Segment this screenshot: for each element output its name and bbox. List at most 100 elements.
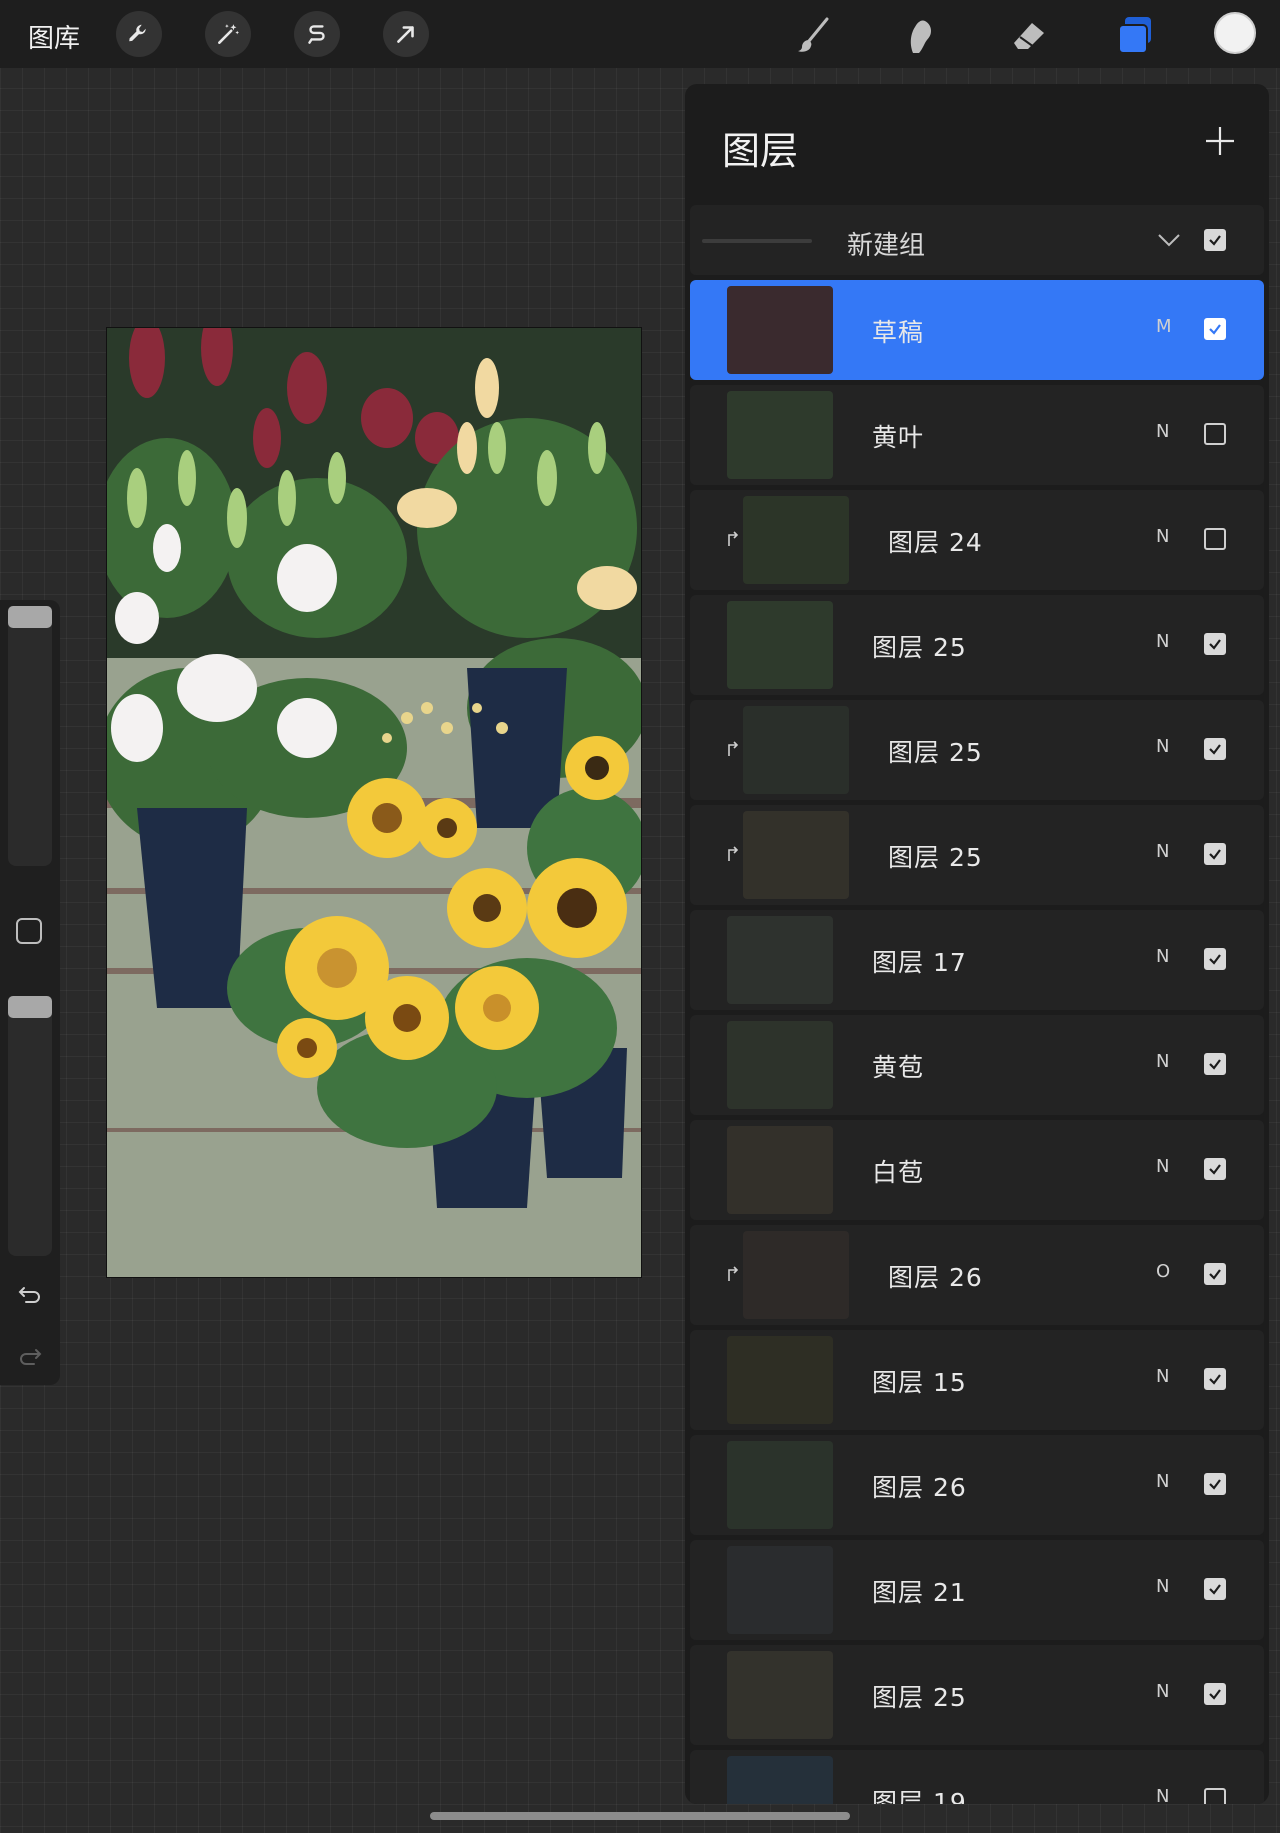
brush-opacity-thumb[interactable]	[8, 996, 52, 1018]
transform-arrow-icon	[397, 26, 414, 43]
blend-mode-button[interactable]: N	[1156, 1681, 1169, 1702]
layer-row[interactable]: 黄叶 N	[690, 385, 1264, 485]
blend-mode-button[interactable]: N	[1156, 421, 1169, 442]
layer-visibility-checkbox[interactable]	[1204, 1368, 1226, 1390]
blend-mode-button[interactable]: N	[1156, 1576, 1169, 1597]
layer-visibility-checkbox[interactable]	[1204, 843, 1226, 865]
brush-button[interactable]	[790, 12, 836, 58]
layer-thumbnail[interactable]	[727, 1651, 833, 1739]
layer-thumbnail[interactable]	[727, 1336, 833, 1424]
layer-thumbnail[interactable]	[727, 286, 833, 374]
brush-size-thumb[interactable]	[8, 606, 52, 628]
layer-row[interactable]: 图层 24 N	[690, 490, 1264, 590]
actions-button[interactable]	[116, 11, 162, 57]
layer-row[interactable]: 图层 25 N	[690, 805, 1264, 905]
layer-row[interactable]: 图层 25 N	[690, 1645, 1264, 1745]
blend-mode-button[interactable]: N	[1156, 1366, 1169, 1387]
top-toolbar: 图库	[0, 0, 1280, 68]
layer-visibility-checkbox[interactable]	[1204, 1263, 1226, 1285]
layers-button[interactable]	[1112, 12, 1158, 58]
layer-thumbnail[interactable]	[727, 1126, 833, 1214]
layer-row[interactable]: 草稿 M	[690, 280, 1264, 380]
layer-row[interactable]: 图层 25 N	[690, 700, 1264, 800]
layer-thumbnail[interactable]	[727, 1546, 833, 1634]
layer-visibility-checkbox[interactable]	[1204, 1788, 1226, 1804]
clipping-mask-icon	[728, 531, 739, 546]
layer-name: 图层 17	[872, 948, 967, 977]
layer-visibility-checkbox[interactable]	[1204, 1473, 1226, 1495]
layer-group-row[interactable]: 新建组	[690, 205, 1264, 275]
layer-row[interactable]: 图层 26 N	[690, 1435, 1264, 1535]
undo-icon[interactable]	[16, 1280, 44, 1308]
layer-visibility-checkbox[interactable]	[1204, 1053, 1226, 1075]
blend-mode-button[interactable]: N	[1156, 841, 1169, 862]
layer-thumbnail[interactable]	[743, 811, 849, 899]
blend-mode-button[interactable]: M	[1156, 316, 1172, 337]
layer-thumbnail[interactable]	[743, 706, 849, 794]
layer-thumbnail[interactable]	[727, 916, 833, 1004]
layer-thumbnail[interactable]	[727, 601, 833, 689]
checkmark-icon	[1209, 235, 1221, 246]
layer-name: 黄苞	[872, 1053, 925, 1082]
layer-row[interactable]: 图层 17 N	[690, 910, 1264, 1010]
checkmark-icon	[1209, 639, 1221, 650]
home-indicator[interactable]	[430, 1812, 850, 1820]
layer-visibility-checkbox[interactable]	[1204, 1578, 1226, 1600]
layer-visibility-checkbox[interactable]	[1204, 633, 1226, 655]
layer-row[interactable]: 图层 21 N	[690, 1540, 1264, 1640]
artwork-canvas[interactable]	[106, 327, 642, 1278]
group-visibility-checkbox[interactable]	[1204, 229, 1226, 251]
eraser-button[interactable]	[1005, 12, 1051, 58]
chevron-down-icon[interactable]	[1156, 227, 1182, 253]
redo-icon[interactable]	[16, 1342, 44, 1370]
blend-mode-button[interactable]: N	[1156, 946, 1169, 967]
layer-list: 草稿 M 黄叶 N 图层 24 N 图层 25 N 图层 25 N 图层 25 N 图层 17 N 黄苞 N 白…	[685, 280, 1269, 1804]
checkmark-icon	[1209, 1479, 1221, 1490]
layer-visibility-checkbox[interactable]	[1204, 318, 1226, 340]
blend-mode-button[interactable]: O	[1156, 1261, 1170, 1282]
layer-thumbnail[interactable]	[743, 496, 849, 584]
adjustments-button[interactable]	[205, 11, 251, 57]
layer-thumbnail[interactable]	[727, 1441, 833, 1529]
magic-wand-icon	[218, 24, 240, 44]
layer-visibility-checkbox[interactable]	[1204, 1683, 1226, 1705]
blend-mode-button[interactable]: N	[1156, 631, 1169, 652]
blend-mode-button[interactable]: N	[1156, 1051, 1169, 1072]
layer-thumbnail[interactable]	[727, 391, 833, 479]
layer-name: 图层 26	[888, 1263, 983, 1292]
modify-button[interactable]	[16, 918, 42, 944]
layer-thumbnail[interactable]	[727, 1756, 833, 1804]
layer-visibility-checkbox[interactable]	[1204, 423, 1226, 445]
add-layer-plus-icon[interactable]	[1203, 124, 1237, 158]
layers-panel-header: 图层	[685, 84, 1269, 199]
layer-name: 图层 25	[888, 738, 983, 767]
layer-visibility-checkbox[interactable]	[1204, 1158, 1226, 1180]
layer-row[interactable]: 图层 19 N	[690, 1750, 1264, 1804]
layer-visibility-checkbox[interactable]	[1204, 738, 1226, 760]
gallery-button[interactable]: 图库	[28, 18, 80, 55]
blend-mode-button[interactable]: N	[1156, 526, 1169, 547]
brush-opacity-slider[interactable]	[8, 996, 52, 1256]
transform-button[interactable]	[383, 11, 429, 57]
layer-row[interactable]: 图层 15 N	[690, 1330, 1264, 1430]
layer-row[interactable]: 图层 25 N	[690, 595, 1264, 695]
layer-row[interactable]: 黄苞 N	[690, 1015, 1264, 1115]
layer-visibility-checkbox[interactable]	[1204, 528, 1226, 550]
blend-mode-button[interactable]: N	[1156, 1156, 1169, 1177]
selection-button[interactable]	[294, 11, 340, 57]
layer-name: 图层 25	[872, 1683, 967, 1712]
blend-mode-button[interactable]: N	[1156, 1471, 1169, 1492]
layer-row[interactable]: 图层 26 O	[690, 1225, 1264, 1325]
brush-size-slider[interactable]	[8, 606, 52, 866]
layer-thumbnail[interactable]	[727, 1021, 833, 1109]
blend-mode-button[interactable]: N	[1156, 1786, 1169, 1804]
color-swatch-button[interactable]	[1214, 12, 1256, 54]
layer-name: 黄叶	[872, 423, 925, 452]
blend-mode-button[interactable]: N	[1156, 736, 1169, 757]
checkmark-icon	[1209, 1059, 1221, 1070]
layer-thumbnail[interactable]	[743, 1231, 849, 1319]
layer-row[interactable]: 白苞 N	[690, 1120, 1264, 1220]
layer-name: 图层 26	[872, 1473, 967, 1502]
smudge-button[interactable]	[898, 12, 944, 58]
layer-visibility-checkbox[interactable]	[1204, 948, 1226, 970]
